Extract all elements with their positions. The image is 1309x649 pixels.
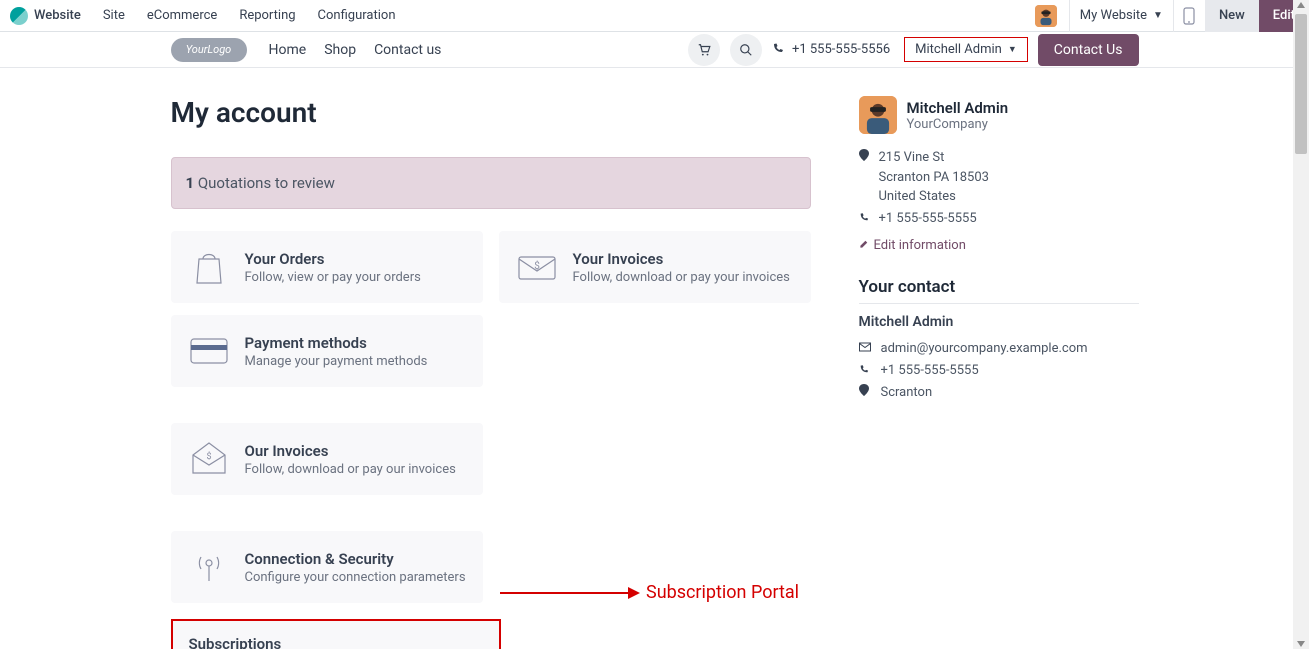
quotations-count: 1 — [186, 174, 195, 192]
page-content: My account 1 Quotations to review Your O… — [171, 96, 1139, 649]
vertical-scrollbar[interactable] — [1293, 0, 1309, 649]
arrow-right-icon — [500, 585, 640, 601]
card-your-invoices[interactable]: $ Your Invoices Follow, download or pay … — [499, 231, 811, 303]
edit-information-link[interactable]: Edit information — [859, 238, 1139, 253]
pin-icon — [859, 148, 875, 168]
contact-details: admin@yourcompany.example.com +1 555-555… — [859, 338, 1139, 404]
svg-text:$: $ — [534, 259, 540, 272]
menu-site[interactable]: Site — [103, 8, 125, 23]
profile-name: Mitchell Admin — [907, 99, 1009, 117]
caret-down-icon: ▼ — [1153, 10, 1163, 21]
app-name[interactable]: Website — [34, 8, 81, 23]
contact-email[interactable]: admin@yourcompany.example.com — [881, 338, 1088, 360]
search-button[interactable] — [730, 34, 762, 66]
phone-icon — [859, 360, 875, 382]
menu-configuration[interactable]: Configuration — [318, 8, 396, 23]
card-your-orders[interactable]: Your Orders Follow, view or pay your ord… — [171, 231, 483, 303]
svg-text:$: $ — [206, 451, 211, 462]
address-line1: 215 Vine St — [879, 148, 989, 168]
mobile-icon — [1183, 7, 1195, 25]
user-dropdown[interactable]: Mitchell Admin ▼ — [904, 37, 1028, 62]
scroll-thumb[interactable] — [1295, 14, 1307, 154]
cart-icon — [697, 43, 711, 57]
envelope-icon — [859, 338, 875, 360]
annotation-subscription-portal: Subscription Portal — [500, 582, 799, 603]
site-nav: YourLogo Home Shop Contact us +1 555-555… — [0, 32, 1309, 68]
quotations-banner[interactable]: 1 Quotations to review — [171, 157, 811, 209]
address-line2: Scranton PA 18503 — [879, 168, 989, 188]
website-switcher[interactable]: My Website ▼ — [1069, 0, 1173, 32]
contact-city: Scranton — [881, 382, 933, 404]
profile-header: Mitchell Admin YourCompany — [859, 96, 1139, 134]
bag-icon — [187, 245, 231, 289]
envelope-open-icon: $ — [187, 437, 231, 481]
card-connection-security[interactable]: Connection & Security Configure your con… — [171, 531, 483, 603]
quotations-label: Quotations to review — [198, 174, 335, 192]
site-logo[interactable]: YourLogo — [171, 38, 247, 62]
card-subtitle: Follow, download or pay our invoices — [245, 462, 456, 477]
phone-icon — [859, 209, 875, 229]
header-phone-number: +1 555-555-5556 — [792, 42, 890, 57]
antenna-icon — [187, 545, 231, 589]
card-subtitle: Manage your payment methods — [245, 354, 428, 369]
credit-card-icon — [187, 329, 231, 373]
profile-phone: +1 555-555-5555 — [879, 209, 977, 229]
menu-reporting[interactable]: Reporting — [239, 8, 295, 23]
card-title: Your Invoices — [573, 250, 790, 268]
mobile-preview-toggle[interactable] — [1173, 0, 1205, 32]
contact-name: Mitchell Admin — [859, 314, 1139, 330]
card-our-invoices[interactable]: $ Our Invoices Follow, download or pay o… — [171, 423, 483, 495]
cart-button[interactable] — [688, 34, 720, 66]
your-contact-heading: Your contact — [859, 277, 1139, 304]
contact-us-button[interactable]: Contact Us — [1038, 34, 1139, 66]
nav-home[interactable]: Home — [269, 42, 307, 58]
caret-down-icon: ▼ — [1008, 44, 1017, 55]
odoo-logo-icon — [10, 7, 28, 25]
pencil-icon — [859, 238, 870, 253]
annotation-label: Subscription Portal — [646, 582, 799, 603]
card-subtitle: Follow, view or pay your orders — [245, 270, 421, 285]
nav-contact-us[interactable]: Contact us — [374, 42, 441, 58]
page-title: My account — [171, 96, 811, 129]
card-title: Your Orders — [245, 250, 421, 268]
website-switcher-label: My Website — [1080, 8, 1147, 23]
nav-shop[interactable]: Shop — [324, 42, 356, 58]
profile-avatar — [859, 96, 897, 134]
envelope-dollar-icon: $ — [515, 245, 559, 289]
header-phone[interactable]: +1 555-555-5556 — [772, 42, 890, 58]
contact-phone: +1 555-555-5555 — [881, 360, 979, 382]
user-dropdown-label: Mitchell Admin — [915, 42, 1002, 57]
search-icon — [739, 43, 753, 57]
card-subscriptions[interactable]: Subscriptions Follow, view, update state… — [171, 619, 501, 649]
card-title: Our Invoices — [245, 442, 456, 460]
admin-top-bar: Website Site eCommerce Reporting Configu… — [0, 0, 1309, 32]
phone-icon — [772, 42, 784, 58]
card-title: Connection & Security — [245, 550, 466, 568]
pin-icon — [859, 382, 875, 404]
new-button[interactable]: New — [1205, 0, 1259, 32]
profile-company: YourCompany — [907, 117, 1009, 132]
profile-info: 215 Vine St Scranton PA 18503 United Sta… — [859, 148, 1139, 228]
address-line3: United States — [879, 187, 989, 207]
card-title: Payment methods — [245, 334, 428, 352]
card-title: Subscriptions — [189, 635, 483, 649]
card-payment-methods[interactable]: Payment methods Manage your payment meth… — [171, 315, 483, 387]
card-subtitle: Configure your connection parameters — [245, 570, 466, 585]
menu-ecommerce[interactable]: eCommerce — [147, 8, 217, 23]
user-avatar[interactable] — [1035, 5, 1057, 27]
card-subtitle: Follow, download or pay your invoices — [573, 270, 790, 285]
